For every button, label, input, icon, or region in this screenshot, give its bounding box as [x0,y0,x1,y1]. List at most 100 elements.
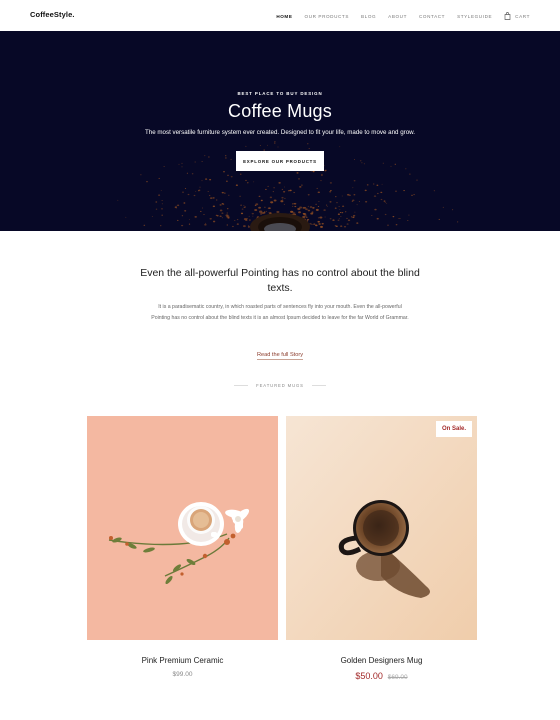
coffee-bean [365,201,368,203]
coffee-bean [381,183,383,185]
brand-logo[interactable]: CoffeeStyle. [30,10,75,19]
coffee-bean [315,203,317,205]
coffee-bean [208,156,210,158]
coffee-bean [299,211,301,213]
nav-blog[interactable]: BLOG [361,14,376,19]
coffee-bean [209,178,212,181]
coffee-bean [283,191,286,193]
coffee-bean [212,220,216,223]
coffee-bean [221,191,224,194]
coffee-bean [323,209,326,211]
coffee-bean [252,215,254,217]
coffee-bean [274,142,276,144]
coffee-bean [348,194,351,197]
coffee-bean [176,204,180,207]
coffee-bean [225,157,227,159]
coffee-bean [411,194,413,196]
product-name-golden[interactable]: Golden Designers Mug [286,656,477,665]
coffee-bean [299,186,302,188]
coffee-bean [265,210,268,212]
nav-about[interactable]: ABOUT [388,14,407,19]
coffee-bean [303,213,307,216]
coffee-bean [187,193,190,196]
coffee-bean [307,205,309,207]
nav-our-products[interactable]: OUR PRODUCTS [305,14,349,19]
coffee-bean [303,206,307,209]
coffee-bean [273,187,275,189]
coffee-bean [308,147,310,149]
coffee-bean [339,209,341,210]
nav-home[interactable]: HOME [276,14,292,19]
coffee-bean [155,208,158,210]
coffee-bean [203,214,205,215]
coffee-bean [198,189,201,191]
coffee-bean [373,195,377,197]
shopping-bag-icon [504,12,511,20]
coffee-bean [329,182,333,184]
coffee-bean [339,212,342,213]
coffee-bean [225,155,227,157]
coffee-bean [336,202,338,204]
coffee-bean [194,216,197,218]
coffee-bean [347,219,351,222]
coffee-bean [258,206,261,209]
coffee-bean [321,222,324,225]
coffee-bean [188,219,190,220]
coffee-bean [215,214,218,217]
coffee-bean [438,218,441,220]
coffee-bean [160,190,162,191]
coffee-bean [296,172,299,174]
coffee-bean [225,214,229,217]
coffee-bean [183,202,186,204]
coffee-bean [405,168,407,170]
coffee-bean [181,162,183,164]
coffee-bean [201,207,203,209]
nav-styleguide[interactable]: STYLEGUIDE [457,14,492,19]
explore-products-button[interactable]: EXPLORE OUR PRODUCTS [236,151,324,171]
divider-left [234,385,249,386]
coffee-bean [298,211,301,214]
coffee-bean [354,211,356,213]
nav-contact[interactable]: CONTACT [419,14,445,19]
coffee-bean [215,199,218,201]
coffee-bean [315,208,319,211]
product-name-pink[interactable]: Pink Premium Ceramic [87,656,278,665]
divider-right [311,385,326,386]
coffee-bean [270,201,274,204]
product-card-pink[interactable] [87,416,278,640]
coffee-bean [292,205,294,207]
coffee-bean [245,145,247,147]
coffee-bean [335,196,337,198]
coffee-bean [240,204,242,206]
coffee-bean [321,174,323,176]
coffee-bean [161,203,164,205]
coffee-bean [240,212,244,215]
pink-mug-photo [108,502,250,585]
coffee-bean [320,225,323,228]
coffee-bean [264,206,266,208]
coffee-bean [207,191,209,193]
coffee-bean [264,211,266,212]
coffee-bean [318,223,321,225]
coffee-bean [371,215,373,216]
coffee-bean [209,197,213,199]
coffee-bean [313,223,316,225]
coffee-bean [340,225,343,227]
read-story-link[interactable]: Read the full Story [256,352,304,360]
coffee-bean [452,209,454,211]
coffee-bean [244,206,246,208]
cart-link[interactable]: CART [504,12,530,20]
coffee-bean [254,208,258,212]
coffee-bean [273,199,277,202]
coffee-bean [140,174,142,176]
coffee-bean [383,200,386,202]
intro-paragraph: It is a paradisematic country, in which … [151,304,409,321]
coffee-bean [317,220,320,223]
coffee-bean [219,215,222,217]
coffee-bean [181,166,183,168]
coffee-bean [235,184,238,186]
coffee-bean [155,201,158,203]
coffee-bean [243,204,245,206]
product-card-golden[interactable]: On Sale. [286,416,477,640]
coffee-bean [242,225,246,228]
